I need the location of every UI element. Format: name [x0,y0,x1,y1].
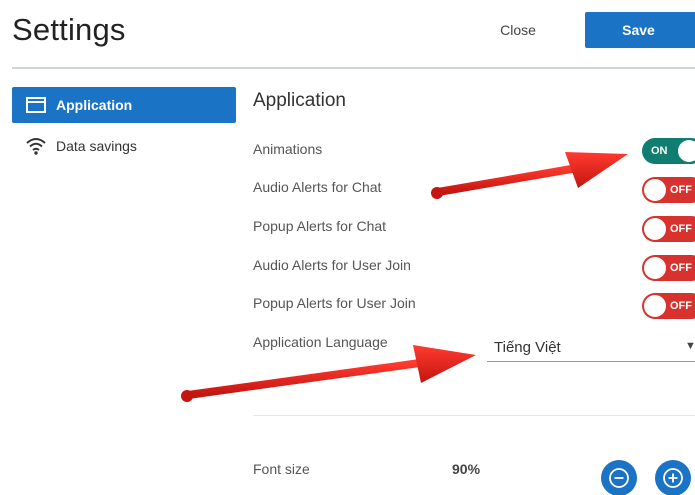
audio-alerts-chat-label: Audio Alerts for Chat [253,179,382,195]
settings-modal: Settings Close Save Application Data sav… [0,0,695,495]
save-button[interactable]: Save [585,12,695,48]
sidebar-item-application[interactable]: Application [12,87,236,123]
animations-label: Animations [253,141,323,157]
toggle-state: OFF [670,262,692,274]
audio-alerts-user-join-label: Audio Alerts for User Join [253,257,411,273]
toggle-state: OFF [670,184,692,196]
window-icon [26,96,46,114]
section-title: Application [253,90,346,111]
sidebar-item-data-savings[interactable]: Data savings [12,128,236,164]
minus-circle-icon [609,468,629,488]
section-divider [253,415,695,416]
toggle-knob [644,218,666,240]
popup-alerts-chat-toggle[interactable]: OFF [642,216,695,242]
audio-alerts-chat-toggle[interactable]: OFF [642,177,695,203]
sidebar-item-label: Application [56,97,133,113]
popup-alerts-user-join-label: Popup Alerts for User Join [253,295,416,311]
arrow-to-animations-icon [431,152,628,199]
annotation-arrows [181,152,628,402]
arrow-to-language-icon [181,345,476,402]
audio-alerts-user-join-toggle[interactable]: OFF [642,255,695,281]
animations-toggle[interactable]: ON [642,138,695,164]
font-size-value: 90% [452,461,481,477]
decrease-font-button[interactable] [601,460,637,495]
application-language-label: Application Language [253,334,388,350]
toggle-knob [644,257,666,279]
popup-alerts-user-join-toggle[interactable]: OFF [642,293,695,319]
popup-alerts-chat-label: Popup Alerts for Chat [253,218,387,234]
toggle-state: OFF [670,300,692,312]
font-size-label: Font size [253,461,310,477]
toggle-knob [678,140,695,162]
toggle-state: ON [651,145,668,157]
page-title: Settings [12,12,126,47]
toggle-knob [644,179,666,201]
toggle-knob [644,295,666,317]
header-divider [12,67,695,69]
wifi-icon [26,137,46,155]
plus-circle-icon [663,468,683,488]
toggle-state: OFF [670,223,692,235]
close-button[interactable]: Close [490,14,546,46]
caret-down-icon: ▼ [685,340,695,352]
sidebar-item-label: Data savings [56,138,137,154]
increase-font-button[interactable] [655,460,691,495]
language-select[interactable]: Tiếng Việt ▼ [487,334,695,362]
language-selected-value: Tiếng Việt [494,339,561,356]
